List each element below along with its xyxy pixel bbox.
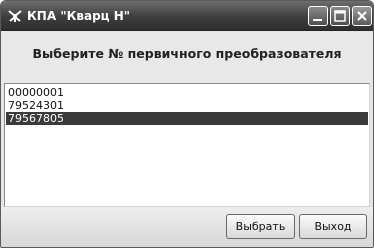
- dialog-heading: Выберите № первичного преобразователя: [32, 46, 342, 61]
- dialog-window: КПА "Кварц Н" Выберите № первичного прео…: [0, 0, 374, 248]
- heading-area: Выберите № первичного преобразователя: [1, 32, 373, 83]
- close-button[interactable]: [352, 6, 372, 26]
- exit-button[interactable]: Выход: [299, 214, 367, 239]
- list-item-selected[interactable]: 79567805: [6, 112, 368, 125]
- button-bar: Выбрать Выход: [1, 207, 373, 247]
- window-title: КПА "Кварц Н": [27, 9, 131, 23]
- minimize-icon: [313, 19, 322, 21]
- transducer-listbox[interactable]: 00000001 79524301 79567805: [4, 83, 370, 207]
- list-item[interactable]: 79524301: [6, 99, 368, 112]
- close-icon: [357, 11, 367, 21]
- title-bar[interactable]: КПА "Кварц Н": [1, 1, 373, 31]
- maximize-button[interactable]: [330, 6, 350, 26]
- maximize-icon: [334, 10, 346, 22]
- minimize-button[interactable]: [308, 6, 328, 26]
- list-item[interactable]: 00000001: [6, 86, 368, 99]
- app-icon: [7, 8, 23, 24]
- select-button[interactable]: Выбрать: [226, 214, 295, 239]
